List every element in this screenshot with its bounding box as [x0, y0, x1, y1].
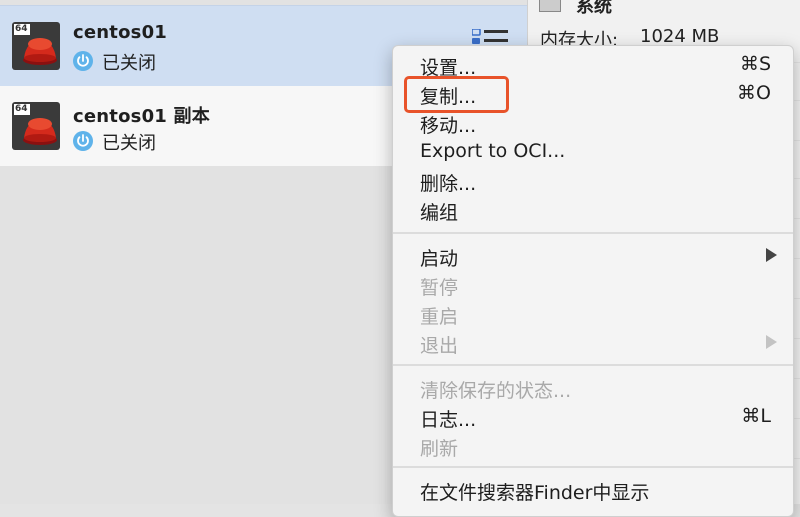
annotation-highlight-box — [404, 76, 509, 113]
system-section-icon — [539, 0, 561, 12]
menu-item-shortcut: ⌘L — [741, 405, 771, 427]
vm-state: 已关闭 — [102, 53, 156, 74]
menu-item-label: 移动... — [420, 115, 477, 137]
menu-item-label: 重启 — [420, 306, 459, 328]
submenu-arrow-icon — [766, 335, 777, 349]
menu-item-label: Export to OCI... — [420, 140, 566, 162]
power-off-icon — [73, 51, 93, 71]
vm-name: centos01 副本 — [73, 106, 210, 127]
vm-arch-badge: 64 — [15, 24, 28, 34]
menu-item-label: 刷新 — [420, 438, 459, 460]
menu-item-export-to-oci[interactable]: Export to OCI... — [393, 138, 793, 167]
menu-item-close: 退出 — [393, 329, 793, 358]
menu-item-group[interactable]: 编组 — [393, 196, 793, 225]
vm-arch-badge: 64 — [15, 104, 28, 114]
menu-item-label: 启动 — [420, 248, 459, 270]
menu-separator — [393, 232, 793, 234]
menu-item-start[interactable]: 启动 — [393, 242, 793, 271]
details-value: 1024 MB — [640, 26, 720, 47]
menu-separator — [393, 364, 793, 366]
menu-item-log[interactable]: 日志... ⌘L — [393, 403, 793, 432]
menu-item-shortcut: ⌘O — [737, 82, 771, 104]
menu-item-label: 删除... — [420, 173, 477, 195]
details-section-title: 系统 — [576, 0, 612, 17]
redhat-os-icon: 64 — [12, 22, 60, 70]
menu-item-discard-saved-state: 清除保存的状态... — [393, 374, 793, 403]
menu-separator — [393, 466, 793, 468]
menu-item-show-in-finder[interactable]: 在文件搜索器Finder中显示 — [393, 476, 793, 505]
submenu-arrow-icon — [766, 248, 777, 262]
menu-item-refresh: 刷新 — [393, 432, 793, 461]
menu-item-label: 暂停 — [420, 277, 459, 299]
power-off-icon — [73, 131, 93, 151]
vm-name: centos01 — [73, 22, 168, 43]
menu-item-label: 退出 — [420, 335, 459, 357]
menu-item-label: 在文件搜索器Finder中显示 — [420, 482, 650, 504]
menu-item-label: 清除保存的状态... — [420, 380, 572, 402]
menu-item-label: 日志... — [420, 409, 477, 431]
vm-state: 已关闭 — [102, 133, 156, 154]
menu-item-pause: 暂停 — [393, 271, 793, 300]
menu-item-label: 编组 — [420, 202, 459, 224]
menu-item-move[interactable]: 移动... — [393, 109, 793, 138]
menu-item-shortcut: ⌘S — [739, 53, 771, 75]
redhat-os-icon: 64 — [12, 102, 60, 150]
menu-item-delete[interactable]: 删除... — [393, 167, 793, 196]
menu-item-reset: 重启 — [393, 300, 793, 329]
vm-context-menu: 设置... ⌘S 复制... ⌘O 移动... Export to OCI...… — [392, 45, 794, 517]
